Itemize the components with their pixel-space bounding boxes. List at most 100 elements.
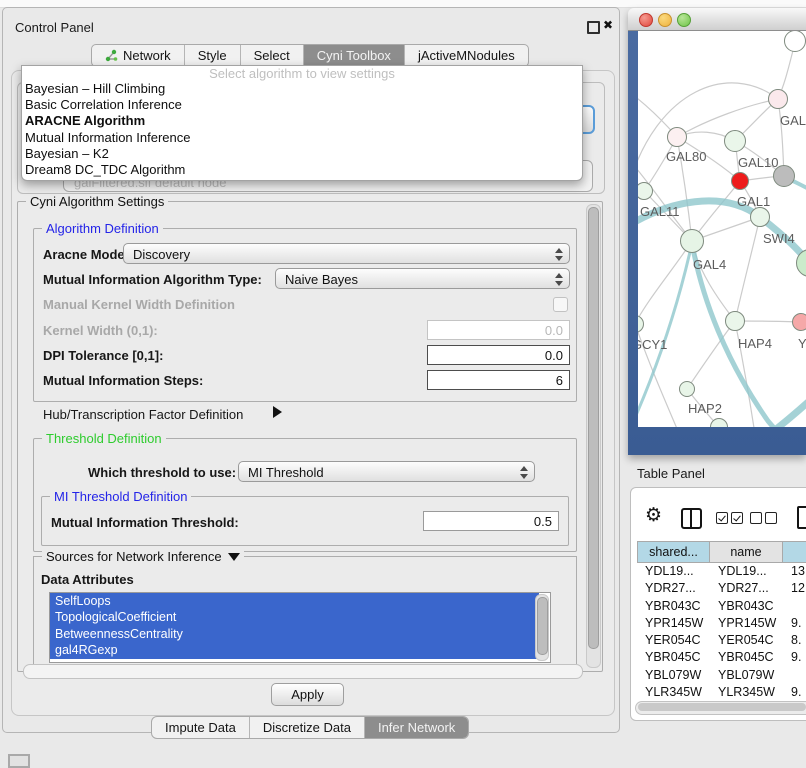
table-row[interactable]: YDL19...YDL19...13 — [637, 563, 806, 580]
network-node-gal10[interactable] — [724, 130, 746, 152]
tab-discretize-data-label: Discretize Data — [263, 720, 351, 735]
network-node[interactable] — [796, 249, 806, 277]
minimize-traffic-light-icon[interactable] — [658, 13, 672, 27]
network-node-gal[interactable] — [768, 89, 788, 109]
tab-jactivemnodules[interactable]: jActiveMNodules — [405, 45, 528, 66]
algorithm-definition-title: Algorithm Definition — [42, 221, 163, 236]
network-node-label: GAL1 — [737, 194, 770, 209]
bottom-tabbar: Impute Data Discretize Data Infer Networ… — [151, 716, 469, 739]
algorithm-option[interactable]: Bayesian – Hill Climbing — [22, 81, 582, 97]
table-hscrollbar[interactable] — [635, 701, 806, 715]
network-node-y[interactable] — [792, 313, 806, 331]
aracne-mode-combo[interactable]: Discovery — [123, 243, 570, 264]
close-icon[interactable]: ✖ — [603, 18, 613, 32]
document-icon[interactable] — [797, 506, 806, 529]
table-cell: 9. — [783, 615, 806, 632]
table-row[interactable]: YBR045CYBR045C9. — [637, 649, 806, 666]
table-row[interactable]: YER054CYER054C8. — [637, 632, 806, 649]
expand-arrow-icon[interactable] — [273, 406, 282, 418]
tab-network[interactable]: Network — [92, 45, 185, 66]
mi-type-value: Naive Bayes — [285, 272, 358, 287]
network-node-hap4[interactable] — [725, 311, 745, 331]
column-header-partial[interactable] — [783, 541, 806, 563]
data-attribute-item[interactable]: TopologicalCoefficient — [50, 609, 539, 625]
network-node-swi4[interactable] — [750, 207, 770, 227]
table-cell: YBR043C — [710, 598, 783, 615]
stepper-arrows-icon — [555, 247, 563, 262]
network-node-gal11[interactable] — [638, 182, 653, 200]
column-header-name[interactable]: name — [710, 541, 783, 563]
table-hscrollbar-thumb[interactable] — [638, 703, 806, 711]
tab-style[interactable]: Style — [185, 45, 241, 66]
mi-threshold-field[interactable]: 0.5 — [423, 511, 559, 531]
network-window-titlebar[interactable] — [628, 8, 806, 31]
data-attribute-item[interactable]: BetweennessCentrality — [50, 626, 539, 642]
select-all-checkboxes-icon[interactable] — [716, 511, 746, 529]
table-row[interactable]: YBR043CYBR043C — [637, 598, 806, 615]
kernel-width-field[interactable]: 0.0 — [427, 320, 570, 340]
hub-definition-label[interactable]: Hub/Transcription Factor Definition — [43, 407, 243, 422]
data-attributes-list[interactable]: SelfLoops TopologicalCoefficient Between… — [49, 592, 551, 663]
sources-title[interactable]: Sources for Network Inference — [42, 549, 244, 564]
table-cell: YDR27... — [637, 580, 710, 597]
close-traffic-light-icon[interactable] — [639, 13, 653, 27]
table-row[interactable]: YDR27...YDR27...12 — [637, 580, 806, 597]
algorithm-option[interactable]: Mutual Information Inference — [22, 130, 582, 146]
network-node-gcy1[interactable] — [638, 315, 644, 333]
network-node-gal4[interactable] — [680, 229, 704, 253]
algorithm-option[interactable]: Basic Correlation Inference — [22, 97, 582, 113]
data-attribute-item[interactable]: SelfLoops — [50, 593, 539, 609]
network-node[interactable] — [773, 165, 795, 187]
control-panel-window: Control Panel ✖ Network Style Select Cyn… — [2, 7, 620, 733]
network-canvas[interactable]: GALGAL80GAL10GAL1GAL11SWI4GAL4GCY1HAP4YH… — [638, 31, 806, 427]
network-node-gal80[interactable] — [667, 127, 687, 147]
algorithm-option-selected[interactable]: ARACNE Algorithm — [22, 113, 582, 129]
zoom-traffic-light-icon[interactable] — [677, 13, 691, 27]
algorithm-option[interactable]: Bayesian – K2 — [22, 146, 582, 162]
settings-hscrollbar[interactable] — [23, 664, 583, 679]
table-row[interactable]: YPR145WYPR145W9. — [637, 615, 806, 632]
collapse-arrow-icon — [228, 553, 240, 561]
which-threshold-combo[interactable]: MI Threshold — [238, 461, 535, 482]
settings-vscrollbar[interactable] — [586, 204, 601, 668]
network-node[interactable] — [784, 31, 806, 52]
algorithm-option[interactable]: Dream8 DC_TDC Algorithm — [22, 162, 582, 178]
tab-impute-data[interactable]: Impute Data — [152, 717, 250, 738]
table-cell: YER054C — [637, 632, 710, 649]
network-node-gal1[interactable] — [731, 172, 749, 190]
tab-style-label: Style — [198, 48, 227, 63]
tab-select[interactable]: Select — [241, 45, 304, 66]
deselect-all-checkboxes-icon[interactable] — [750, 511, 780, 529]
aracne-mode-label: Aracne Mode: — [43, 247, 129, 262]
table-cell: YER054C — [710, 632, 783, 649]
list-scrollbar-thumb[interactable] — [537, 597, 548, 655]
list-scrollbar[interactable] — [535, 594, 549, 661]
settings-vscrollbar-thumb[interactable] — [588, 207, 599, 649]
mi-type-combo[interactable]: Naive Bayes — [275, 268, 570, 289]
unchecked-box-icon — [750, 512, 762, 524]
mi-steps-field[interactable]: 6 — [427, 370, 570, 390]
table-row[interactable]: YLR345WYLR345W9. — [637, 684, 806, 696]
column-header-shared-name[interactable]: shared... — [637, 541, 710, 563]
table-row[interactable]: YBL079WYBL079W — [637, 667, 806, 684]
column-layout-icon[interactable] — [681, 508, 702, 529]
dpi-tolerance-field[interactable]: 0.0 — [427, 345, 570, 365]
aracne-mode-value: Discovery — [133, 247, 190, 262]
partial-button-fragment[interactable] — [8, 754, 30, 768]
network-view-window: GALGAL80GAL10GAL1GAL11SWI4GAL4GCY1HAP4YH… — [628, 8, 806, 455]
table-body[interactable]: YDL19...YDL19...13 YDR27...YDR27...12 YB… — [637, 563, 806, 696]
gear-icon[interactable]: ⚙ — [645, 505, 662, 527]
checked-box-icon — [716, 512, 728, 524]
table-cell: YPR145W — [710, 615, 783, 632]
float-window-icon[interactable] — [587, 21, 600, 34]
table-cell: 13 — [783, 563, 806, 580]
network-node-hap2[interactable] — [679, 381, 695, 397]
sources-title-text: Sources for Network Inference — [46, 549, 222, 564]
manual-kernel-checkbox[interactable] — [553, 297, 568, 312]
apply-button[interactable]: Apply — [271, 683, 344, 706]
network-node[interactable] — [710, 418, 728, 427]
tab-discretize-data[interactable]: Discretize Data — [250, 717, 365, 738]
data-attribute-item[interactable]: gal4RGexp — [50, 642, 539, 658]
tab-cyni-toolbox[interactable]: Cyni Toolbox — [304, 45, 405, 66]
tab-infer-network[interactable]: Infer Network — [365, 717, 468, 738]
